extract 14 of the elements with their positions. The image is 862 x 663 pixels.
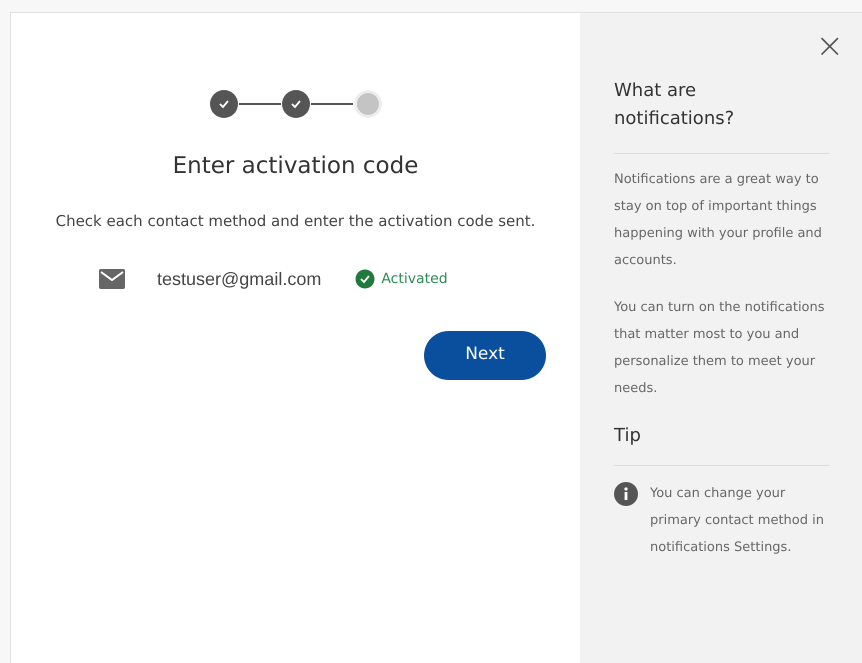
tip-title: Tip <box>614 424 642 448</box>
next-button[interactable]: Next <box>424 330 546 380</box>
envelope-icon <box>99 269 125 289</box>
dialog-description: Check each contact method and enter the activation code sent. <box>54 210 536 232</box>
verified-badge-icon <box>355 269 376 289</box>
close-button[interactable]: × <box>816 29 844 63</box>
status-label: Activated <box>381 270 448 288</box>
help-paragraph: You can turn on the notifications that matter most to you and personalize them to meet your needs. <box>614 299 826 398</box>
contact-email: testuser@gmail.com <box>157 268 322 291</box>
help-paragraph: Notifications are a great way to stay on top of important things happening with your profile and accounts. <box>614 171 823 270</box>
info-icon <box>614 482 638 506</box>
dialog-title: Enter activation code <box>172 152 418 181</box>
help-title: What are notifications? <box>614 79 736 131</box>
tip-text: You can change your primary contact method in notifications Settings. <box>650 485 825 557</box>
